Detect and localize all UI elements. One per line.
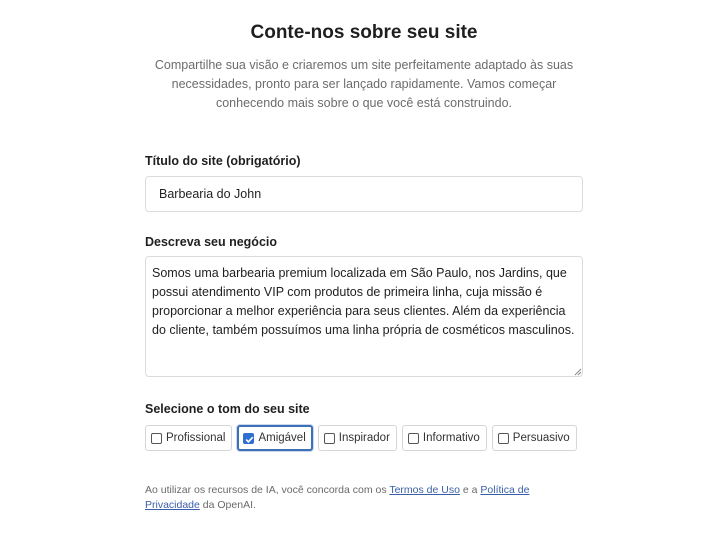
checkbox-icon[interactable] — [323, 432, 335, 444]
business-description-label: Descreva seu negócio — [145, 235, 278, 249]
disclaimer-middle: e a — [459, 484, 481, 496]
tone-options: Profissional Amigável Inspirador Informa… — [145, 425, 577, 451]
tone-option-persuasivo[interactable]: Persuasivo — [491, 425, 577, 451]
business-description-textarea[interactable]: Somos uma barbearia premium localizada e… — [145, 256, 583, 377]
terms-of-use-link[interactable]: Termos de Uso — [389, 484, 460, 496]
tone-option-label: Persuasivo — [512, 432, 570, 444]
resize-handle-icon[interactable] — [574, 368, 582, 376]
checkbox-checked-icon[interactable] — [243, 432, 255, 444]
disclaimer-suffix: da OpenAI. — [199, 499, 256, 511]
tone-option-informativo[interactable]: Informativo — [401, 425, 487, 451]
page-title: Conte-nos sobre seu site — [250, 22, 478, 43]
checkbox-icon[interactable] — [497, 432, 509, 444]
checkbox-icon[interactable] — [151, 432, 162, 444]
checkbox-icon[interactable] — [407, 432, 419, 444]
site-info-form: Conte-nos sobre seu site Compartilhe sua… — [0, 0, 728, 544]
tone-option-label: Profissional — [166, 432, 226, 444]
tone-option-profissional[interactable]: Profissional — [145, 425, 233, 451]
tone-option-amigavel[interactable]: Amigável — [237, 425, 313, 451]
ai-disclaimer: Ao utilizar os recursos de IA, você conc… — [145, 483, 545, 513]
tone-option-label: Informativo — [422, 432, 480, 444]
tone-option-label: Inspirador — [338, 432, 390, 444]
site-title-input[interactable] — [145, 176, 583, 212]
disclaimer-prefix: Ao utilizar os recursos de IA, você conc… — [145, 484, 390, 496]
page-subtitle: Compartilhe sua visão e criaremos um sit… — [154, 58, 574, 110]
site-title-label: Título do site (obrigatório) — [145, 154, 301, 168]
tone-option-inspirador[interactable]: Inspirador — [317, 425, 397, 451]
tone-option-label: Amigável — [258, 432, 306, 444]
tone-label: Selecione o tom do seu site — [145, 402, 310, 416]
